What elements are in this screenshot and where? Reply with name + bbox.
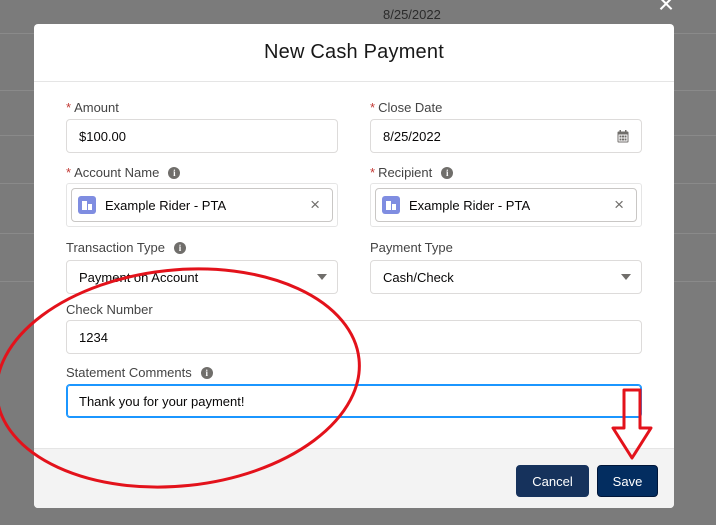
- account-icon: [382, 196, 400, 214]
- amount-label: * Amount: [66, 100, 119, 115]
- recipient-label: * Recipient i: [370, 165, 454, 180]
- recipient-pill[interactable]: Example Rider - PTA ×: [375, 188, 637, 222]
- chevron-down-icon: [621, 274, 631, 280]
- statement-comments-label: Statement Comments i: [66, 365, 213, 380]
- payment-type-label: Payment Type: [370, 240, 453, 255]
- required-marker: *: [66, 100, 72, 115]
- close-icon[interactable]: ×: [652, 0, 680, 18]
- info-icon[interactable]: i: [174, 241, 186, 254]
- clear-icon[interactable]: ×: [614, 196, 624, 214]
- account-name-pill[interactable]: Example Rider - PTA ×: [71, 188, 333, 222]
- clear-icon[interactable]: ×: [310, 196, 320, 214]
- close-date-label: * Close Date: [370, 100, 443, 115]
- check-number-input[interactable]: 1234: [66, 320, 642, 354]
- check-number-label: Check Number: [66, 302, 153, 317]
- save-button[interactable]: Save: [597, 465, 658, 497]
- info-icon[interactable]: i: [200, 366, 213, 379]
- required-marker: *: [66, 165, 72, 180]
- account-name-lookup: Example Rider - PTA ×: [66, 183, 338, 227]
- statement-comments-input[interactable]: Thank you for your payment!: [66, 384, 642, 418]
- modal-title: New Cash Payment: [264, 41, 444, 63]
- transaction-type-label: Transaction Type i: [66, 240, 186, 255]
- info-icon[interactable]: i: [441, 166, 454, 179]
- required-marker: *: [370, 100, 376, 115]
- calendar-icon[interactable]: [617, 130, 629, 143]
- cancel-button[interactable]: Cancel: [516, 465, 589, 497]
- required-marker: *: [370, 165, 376, 180]
- modal-body: * Amount $100.00 * Close Date 8/25/2022: [34, 82, 674, 462]
- new-cash-payment-modal: New Cash Payment * Amount $100.00 * Clos…: [34, 24, 674, 508]
- recipient-lookup: Example Rider - PTA ×: [370, 183, 642, 227]
- account-name-label: * Account Name i: [66, 165, 181, 180]
- transaction-type-select[interactable]: Payment on Account: [66, 260, 338, 294]
- modal-header: New Cash Payment: [34, 24, 674, 82]
- info-icon[interactable]: i: [168, 166, 181, 179]
- amount-input[interactable]: $100.00: [66, 119, 338, 153]
- chevron-down-icon: [317, 274, 327, 280]
- account-icon: [78, 196, 96, 214]
- background-date: 8/25/2022: [383, 7, 441, 22]
- close-date-input[interactable]: 8/25/2022: [370, 119, 642, 153]
- payment-type-select[interactable]: Cash/Check: [370, 260, 642, 294]
